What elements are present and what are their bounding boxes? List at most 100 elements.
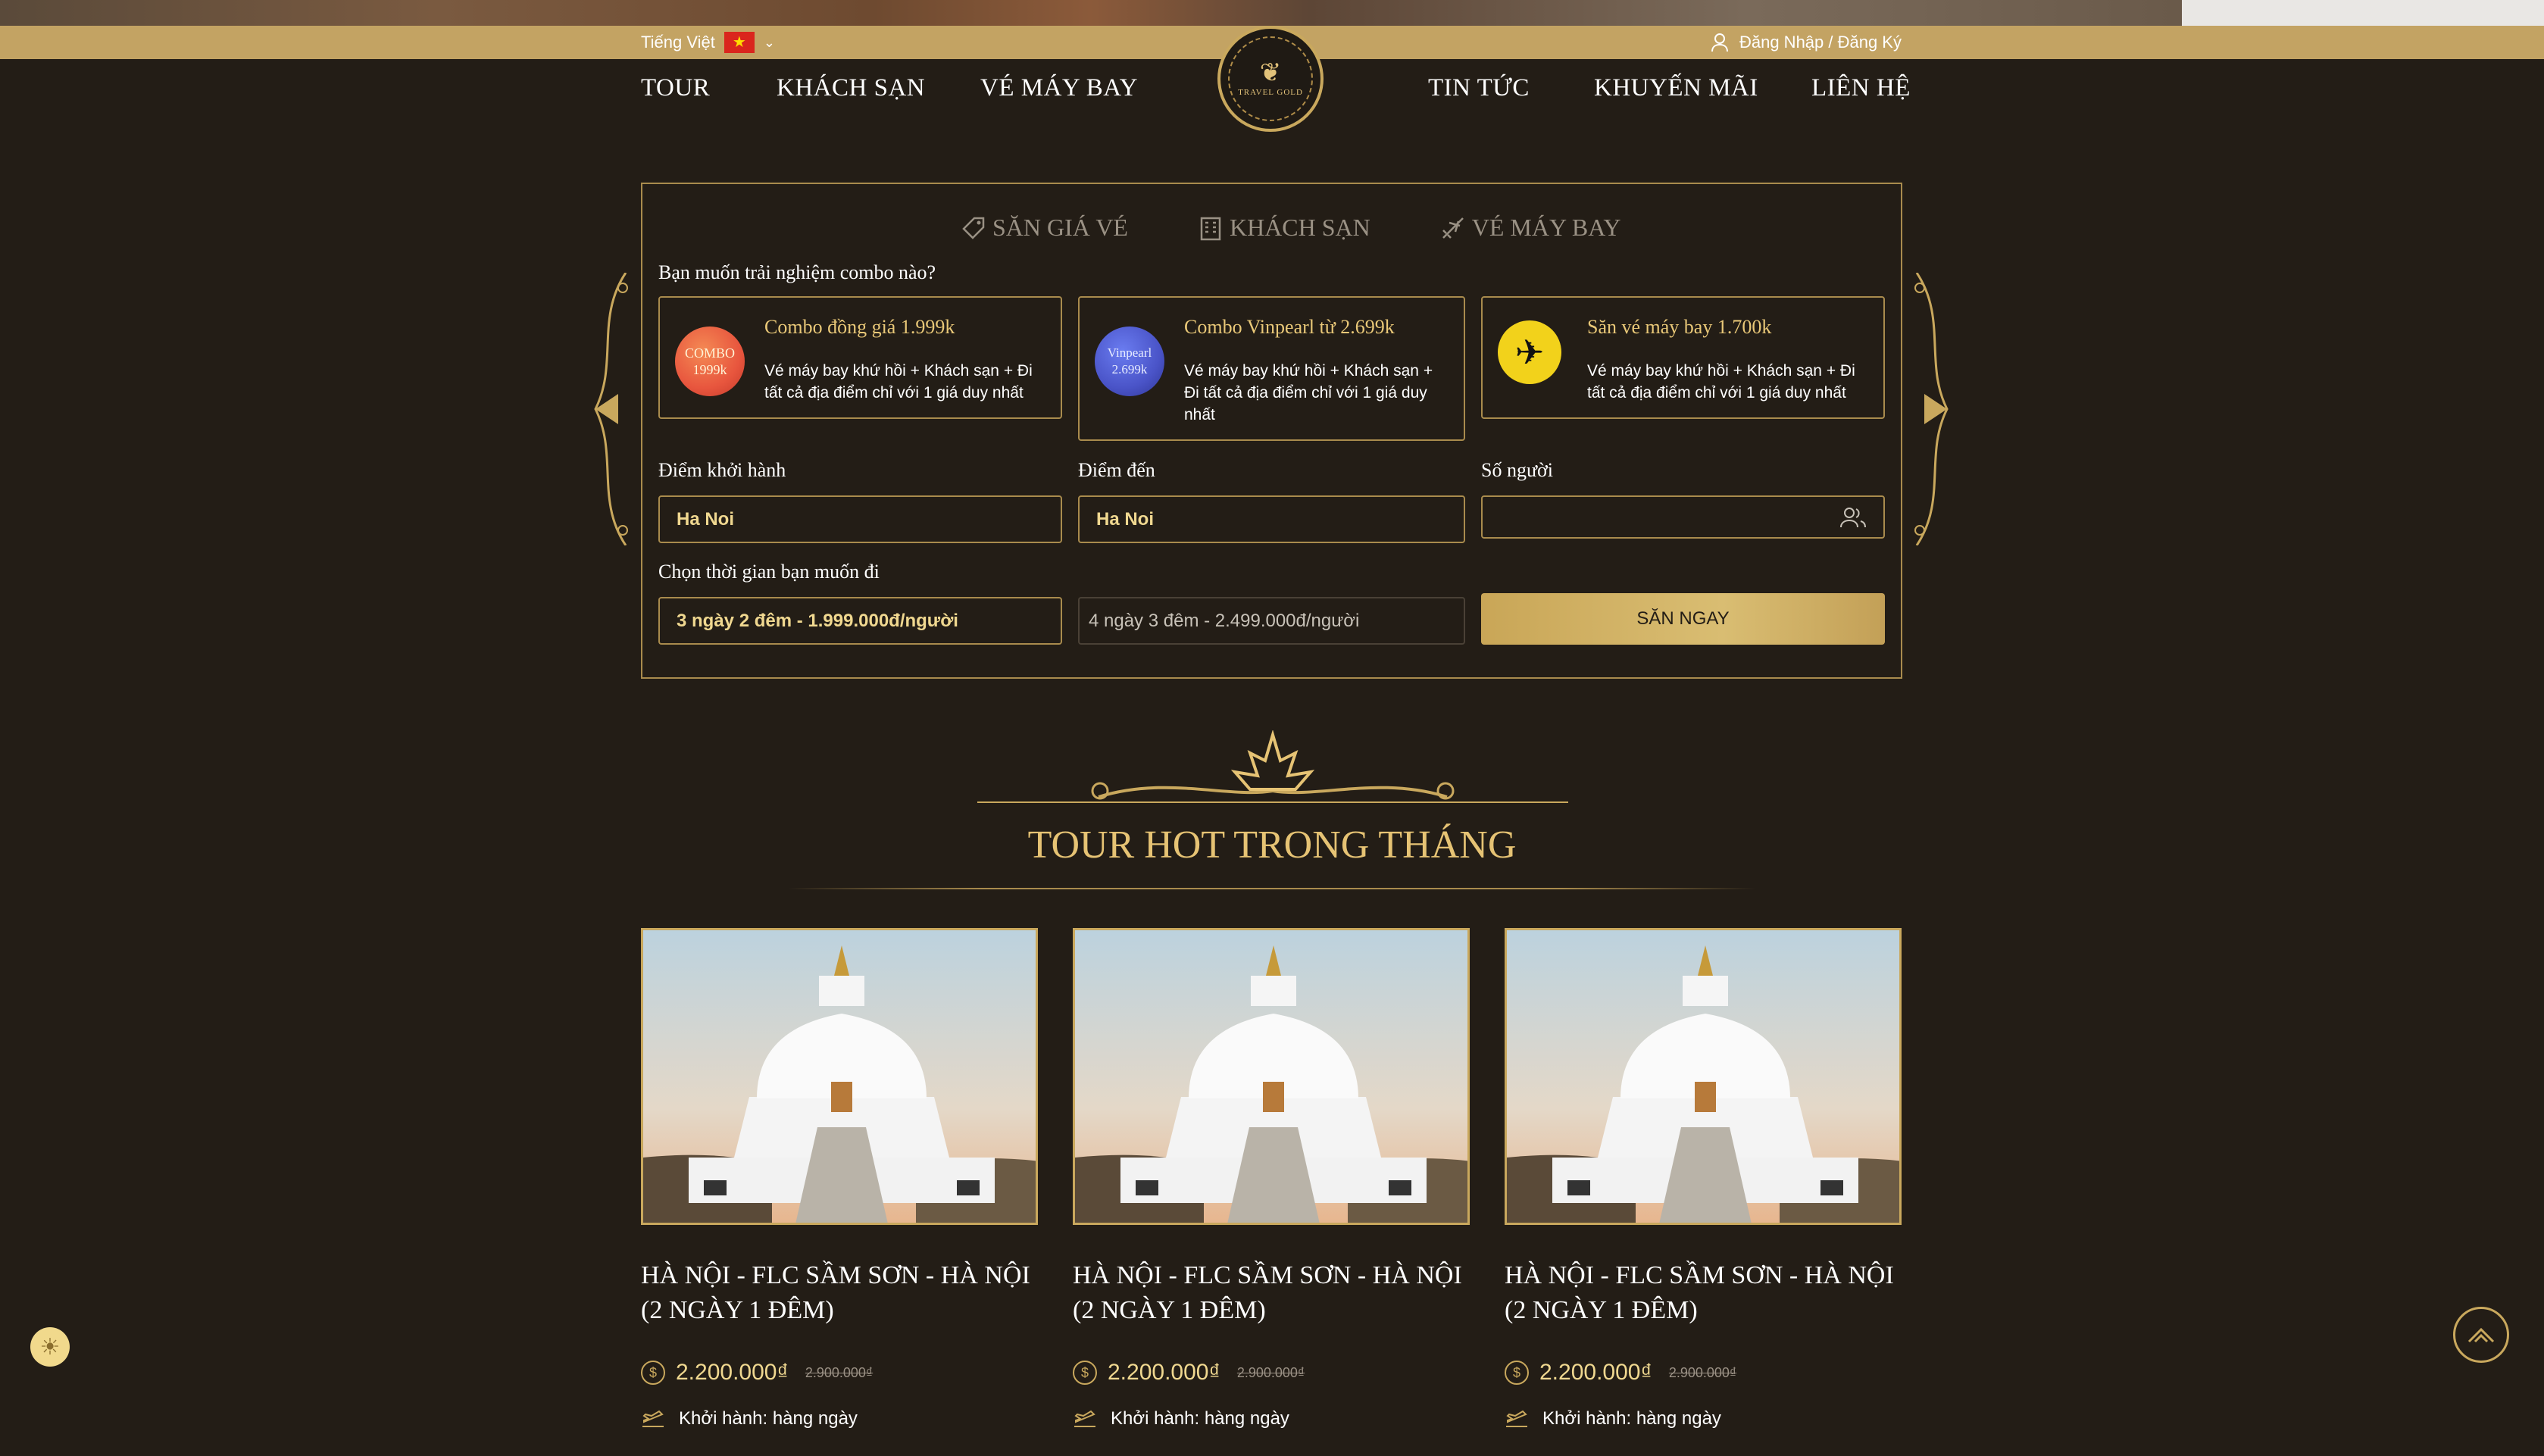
combo-title: Săn vé máy bay 1.700k: [1587, 316, 1772, 338]
tab-hunt-price[interactable]: SĂN GIÁ VÉ: [961, 214, 1128, 242]
combo-badge-icon: ✈: [1498, 320, 1561, 384]
hero-image-strip: [0, 0, 2182, 26]
coin-icon: $: [1073, 1361, 1097, 1385]
combo-card-vinpearl[interactable]: Vinpearl 2.699k Combo Vinpearl từ 2.699k…: [1078, 296, 1465, 441]
tour-name-line: HÀ NỘI - FLC SẦM SƠN - HÀ NỘI: [1505, 1261, 1894, 1289]
combo-description: Vé máy bay khứ hồi + Khách sạn + Đi tất …: [764, 362, 1033, 401]
plane-icon: [1442, 217, 1464, 239]
hotel-icon: [1200, 217, 1221, 240]
destination-field[interactable]: Ha Noi: [1078, 495, 1465, 543]
combo-description: Vé máy bay khứ hồi + Khách sạn + Đi tất …: [1587, 362, 1855, 401]
tag-icon: [962, 217, 985, 239]
tour-old-price: 2.900.000₫: [805, 1364, 874, 1380]
login-register-link[interactable]: Đăng Nhập / Đăng Ký: [1711, 30, 1902, 55]
site-logo[interactable]: ❦ TRAVEL GOLD: [1217, 26, 1324, 132]
left-ornament-icon: [594, 273, 628, 545]
stupa-image: [1507, 930, 1899, 1223]
tour-name-line: (2 NGÀY 1 ĐÊM): [1505, 1296, 1698, 1324]
combo-badge-text: Vinpearl 2.699k: [1107, 345, 1152, 376]
tab-label: KHÁCH SẠN: [1229, 214, 1370, 241]
language-selector[interactable]: Tiếng Việt ★ ⌄: [641, 30, 775, 55]
departure-value: Ha Noi: [677, 508, 735, 530]
nav-contact[interactable]: LIÊN HỆ: [1811, 74, 1911, 102]
people-field[interactable]: [1481, 495, 1885, 539]
combo-question: Bạn muốn trải nghiệm combo nào?: [658, 261, 936, 283]
combo-badge-icon: Vinpearl 2.699k: [1095, 327, 1164, 396]
time-option-text: 3 ngày 2 đêm - 1.999.000đ/người: [677, 610, 958, 631]
combo-title: Combo Vinpearl từ 2.699k: [1184, 316, 1395, 338]
tour-price: 2.200.000₫: [676, 1360, 789, 1385]
chevron-up-icon: [2467, 1327, 2495, 1343]
nav-promotion[interactable]: KHUYẾN MÃI: [1594, 74, 1758, 102]
nav-flight[interactable]: VÉ MÁY BAY: [980, 74, 1138, 102]
tour-name-line: HÀ NỘI - FLC SẦM SƠN - HÀ NỘI: [641, 1261, 1030, 1289]
tour-card[interactable]: HÀ NỘI - FLC SẦM SƠN - HÀ NỘI (2 NGÀY 1 …: [1073, 928, 1470, 1429]
section-ornament-icon: [977, 730, 1568, 803]
user-icon: [1711, 33, 1728, 52]
language-label: Tiếng Việt: [641, 33, 715, 52]
chevron-down-icon: ⌄: [763, 34, 775, 50]
time-option-4d3n[interactable]: 4 ngày 3 đêm - 2.499.000đ/người: [1078, 597, 1465, 645]
tour-name[interactable]: HÀ NỘI - FLC SẦM SƠN - HÀ NỘI (2 NGÀY 1 …: [641, 1258, 1038, 1328]
hero-image-edge: [2182, 0, 2544, 26]
price-row: $ 2.200.000₫ 2.900.000₫: [1505, 1360, 1902, 1386]
tour-name[interactable]: HÀ NỘI - FLC SẦM SƠN - HÀ NỘI (2 NGÀY 1 …: [1073, 1258, 1470, 1328]
combo-card-flight[interactable]: ✈ Săn vé máy bay 1.700k Vé máy bay khứ h…: [1481, 296, 1885, 419]
tour-name[interactable]: HÀ NỘI - FLC SẦM SƠN - HÀ NỘI (2 NGÀY 1 …: [1505, 1258, 1902, 1328]
coin-icon: $: [1505, 1361, 1529, 1385]
departure-text: Khởi hành: hàng ngày: [1111, 1408, 1289, 1429]
tour-name-line: (2 NGÀY 1 ĐÊM): [1073, 1296, 1266, 1324]
departure-label: Điểm khởi hành: [658, 459, 786, 481]
tour-card[interactable]: HÀ NỘI - FLC SẦM SƠN - HÀ NỘI (2 NGÀY 1 …: [641, 928, 1038, 1429]
tab-label: SĂN GIÁ VÉ: [992, 214, 1128, 241]
vietnam-flag-icon: ★: [724, 32, 755, 53]
combo-description: Vé máy bay khứ hồi + Khách sạn + Đi tất …: [1184, 362, 1433, 423]
login-register-label: Đăng Nhập / Đăng Ký: [1739, 33, 1902, 52]
coin-icon: $: [641, 1361, 665, 1385]
logo-text: TRAVEL GOLD: [1238, 88, 1303, 97]
scroll-top-button[interactable]: [2453, 1307, 2509, 1363]
tab-label: VÉ MÁY BAY: [1471, 214, 1621, 241]
lotus-icon: ❦: [1259, 59, 1282, 87]
departure-row: Khởi hành: hàng ngày: [1073, 1408, 1470, 1429]
departure-text: Khởi hành: hàng ngày: [1542, 1408, 1721, 1429]
people-label: Số người: [1481, 459, 1554, 481]
nav-news[interactable]: TIN TỨC: [1428, 74, 1530, 102]
destination-value: Ha Noi: [1096, 508, 1155, 530]
nav-tour[interactable]: TOUR: [641, 74, 710, 102]
departure-row: Khởi hành: hàng ngày: [641, 1408, 1038, 1429]
time-option-3d2n[interactable]: 3 ngày 2 đêm - 1.999.000đ/người: [658, 597, 1062, 645]
departure-field[interactable]: Ha Noi: [658, 495, 1062, 543]
departure-row: Khởi hành: hàng ngày: [1505, 1408, 1902, 1429]
tour-old-price: 2.900.000₫: [1236, 1364, 1305, 1380]
sun-icon: ☀: [39, 1334, 61, 1360]
price-row: $ 2.200.000₫ 2.900.000₫: [1073, 1360, 1470, 1386]
price-row: $ 2.200.000₫ 2.900.000₫: [641, 1360, 1038, 1386]
stupa-image: [643, 930, 1036, 1223]
tour-image[interactable]: [641, 928, 1038, 1225]
takeoff-icon: [1506, 1410, 1527, 1427]
right-ornament-icon: [1914, 273, 1949, 545]
departure-text: Khởi hành: hàng ngày: [679, 1408, 858, 1429]
takeoff-icon: [1074, 1410, 1095, 1427]
nav-hotel[interactable]: KHÁCH SẠN: [777, 74, 925, 102]
combo-title: Combo đồng giá 1.999k: [764, 316, 955, 338]
hunt-now-button[interactable]: SĂN NGAY: [1481, 593, 1885, 645]
tour-price: 2.200.000₫: [1539, 1360, 1652, 1385]
tour-price: 2.200.000₫: [1108, 1360, 1220, 1385]
time-option-text: 4 ngày 3 đêm - 2.499.000đ/người: [1089, 610, 1360, 631]
tour-image[interactable]: [1505, 928, 1902, 1225]
tour-image[interactable]: [1073, 928, 1470, 1225]
tour-name-line: HÀ NỘI - FLC SẦM SƠN - HÀ NỘI: [1073, 1261, 1462, 1289]
theme-toggle-button[interactable]: ☀: [30, 1327, 70, 1367]
section-title: TOUR HOT TRONG THÁNG: [1027, 823, 1517, 867]
tour-card[interactable]: HÀ NỘI - FLC SẦM SƠN - HÀ NỘI (2 NGÀY 1 …: [1505, 928, 1902, 1429]
destination-label: Điểm đến: [1078, 459, 1155, 481]
section-divider: [788, 888, 1756, 889]
combo-badge-text: COMBO 1999k: [684, 345, 735, 377]
tab-hotel[interactable]: KHÁCH SẠN: [1198, 214, 1370, 242]
combo-card-1999k[interactable]: COMBO 1999k Combo đồng giá 1.999k Vé máy…: [658, 296, 1062, 419]
combo-badge-icon: COMBO 1999k: [675, 327, 745, 396]
tab-flight[interactable]: VÉ MÁY BAY: [1440, 214, 1621, 242]
time-label: Chọn thời gian bạn muốn đi: [658, 561, 880, 583]
